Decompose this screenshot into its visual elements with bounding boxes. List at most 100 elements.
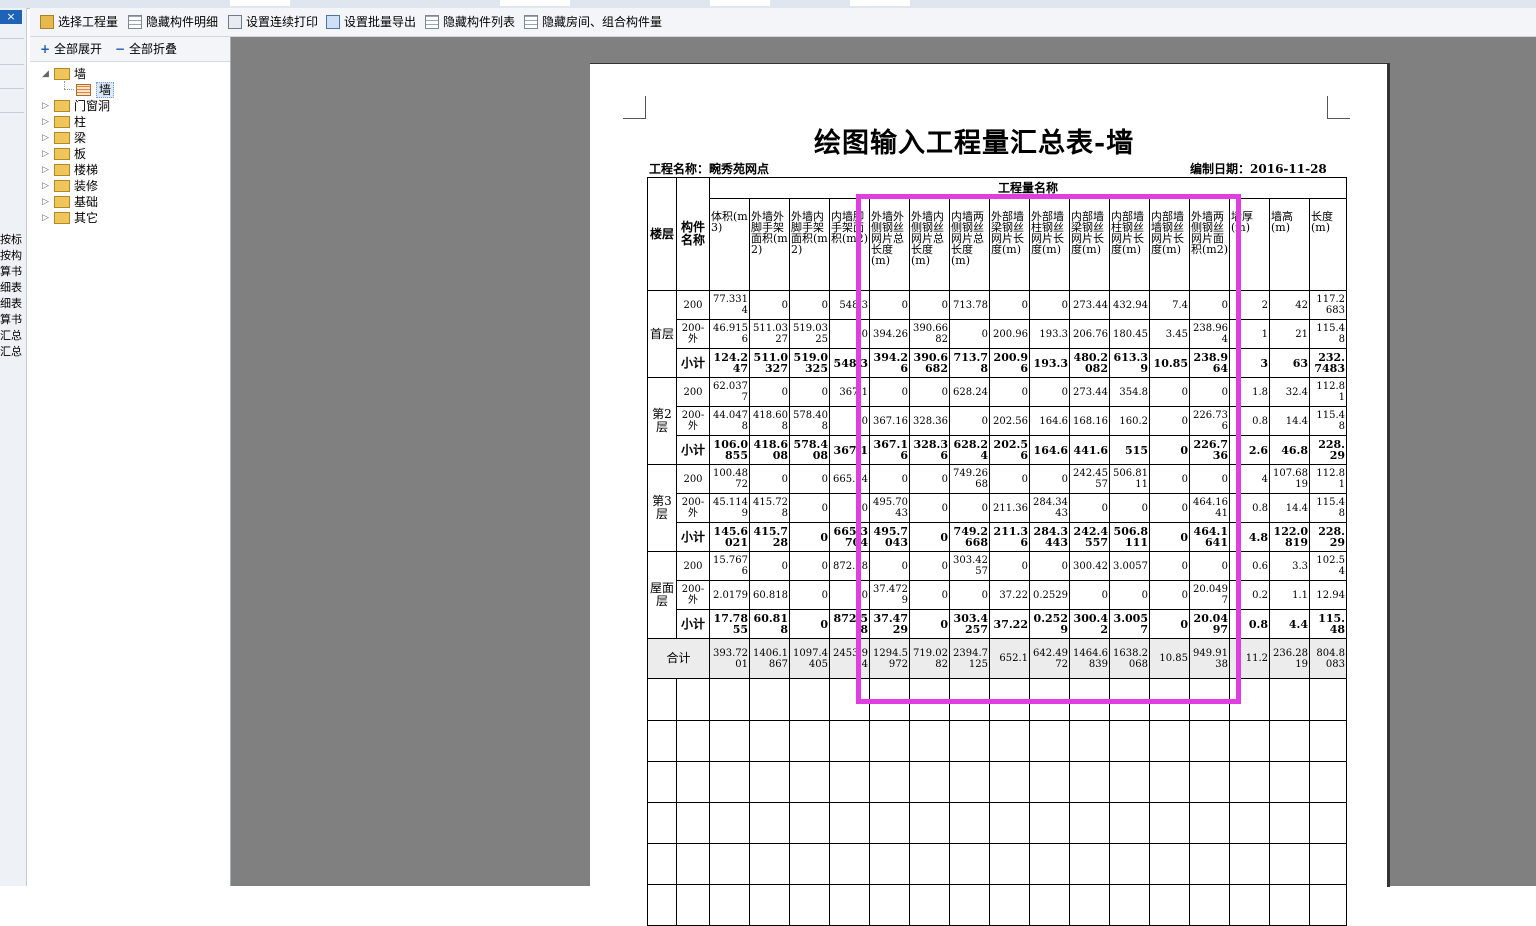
expand-arrow-icon[interactable]: ▷	[42, 98, 52, 114]
empty-cell	[949, 720, 990, 762]
value-cell: 12.94	[1309, 580, 1347, 610]
tree-node-wall[interactable]: ◢ 墙	[42, 66, 86, 82]
component-tree-panel: + 全部展开 − 全部折叠 ◢ 墙 墙 ▷ 门窗洞 ▷ 柱 ▷ 梁 ▷ 板 ▷ …	[30, 37, 231, 886]
expand-arrow-icon[interactable]: ▷	[42, 130, 52, 146]
value-cell: 511.0327	[749, 348, 790, 378]
set-continuous-print-button[interactable]: 设置连续打印	[228, 12, 318, 32]
value-cell: 0	[789, 609, 830, 639]
empty-cell	[1029, 884, 1070, 926]
print-icon	[228, 15, 242, 29]
value-cell: 0	[789, 290, 830, 320]
side-label[interactable]: 细表	[0, 280, 26, 296]
side-label[interactable]: 算书	[0, 264, 26, 280]
expand-arrow-icon[interactable]: ▷	[42, 114, 52, 130]
empty-cell	[1029, 843, 1070, 885]
expand-arrow-icon[interactable]: ▷	[42, 210, 52, 226]
side-label[interactable]: 按构	[0, 248, 26, 264]
component-cell: 小计	[676, 609, 710, 639]
tree-leaf-wall[interactable]: 墙	[74, 82, 115, 98]
side-label[interactable]: 汇总	[0, 344, 26, 360]
value-cell: 415.728	[749, 522, 790, 552]
side-label[interactable]: 按标	[0, 232, 26, 248]
floor-cell: 首层	[647, 290, 677, 378]
close-icon[interactable]: ×	[0, 10, 22, 24]
empty-cell	[1149, 720, 1190, 762]
value-cell: 60.818	[749, 580, 790, 610]
tree-node-columns[interactable]: ▷ 柱	[42, 114, 86, 130]
highlight-box	[856, 194, 1241, 704]
value-cell: 112.81	[1309, 377, 1347, 407]
collapse-all-button[interactable]: − 全部折叠	[113, 40, 177, 58]
folder-icon	[54, 132, 70, 144]
expand-arrow-icon[interactable]: ▷	[42, 162, 52, 178]
value-cell: 62.0377	[709, 377, 750, 407]
tree-node-doors-windows[interactable]: ▷ 门窗洞	[42, 98, 110, 114]
empty-cell	[1269, 884, 1310, 926]
component-cell: 200	[676, 290, 710, 320]
expand-arrow-icon[interactable]: ▷	[42, 146, 52, 162]
tab-segment[interactable]	[500, 0, 570, 6]
empty-cell	[1229, 761, 1270, 803]
empty-cell	[1109, 720, 1150, 762]
value-cell: 115.48	[1309, 609, 1347, 639]
folder-icon	[54, 212, 70, 224]
empty-cell	[989, 884, 1030, 926]
tree-node-slabs[interactable]: ▷ 板	[42, 146, 86, 162]
empty-cell	[869, 761, 910, 803]
total-value-cell: 393.7201	[709, 638, 750, 679]
select-quantity-button[interactable]: 选择工程量	[40, 12, 118, 32]
value-cell: 112.81	[1309, 464, 1347, 494]
value-cell: 117.2683	[1309, 290, 1347, 320]
side-label[interactable]: 算书	[0, 312, 26, 328]
tree-node-other[interactable]: ▷ 其它	[42, 210, 98, 226]
value-cell: 63	[1269, 348, 1310, 378]
expand-arrow-icon[interactable]: ▷	[42, 194, 52, 210]
component-cell: 200-外	[676, 406, 710, 436]
expand-arrow-icon[interactable]: ▷	[42, 178, 52, 194]
empty-cell	[1309, 843, 1347, 885]
empty-cell	[789, 843, 830, 885]
tree-node-beams[interactable]: ▷ 梁	[42, 130, 86, 146]
set-batch-export-button[interactable]: 设置批量导出	[326, 12, 416, 32]
floor-header: 楼层	[647, 177, 677, 291]
value-cell: 0	[749, 464, 790, 494]
hide-component-list-button[interactable]: 隐藏构件列表	[425, 12, 515, 32]
expand-all-button[interactable]: + 全部展开	[38, 40, 102, 58]
empty-cell	[647, 884, 677, 926]
component-cell: 小计	[676, 435, 710, 465]
empty-cell	[789, 884, 830, 926]
tree-node-label: 梁	[74, 131, 87, 145]
tree-node-stairs[interactable]: ▷ 楼梯	[42, 162, 98, 178]
tab-segment[interactable]	[850, 0, 910, 6]
empty-cell	[789, 720, 830, 762]
tab-segment[interactable]	[230, 0, 290, 6]
empty-cell	[829, 802, 870, 844]
empty-cell	[647, 802, 677, 844]
tree-node-decoration[interactable]: ▷ 装修	[42, 178, 98, 194]
total-value-cell: 1097.4405	[789, 638, 830, 679]
hide-component-detail-button[interactable]: 隐藏构件明细	[128, 12, 218, 32]
tree-leaf-label: 墙	[96, 82, 115, 98]
value-cell: 3.3	[1269, 551, 1310, 581]
tree-connector	[64, 81, 65, 89]
empty-row	[647, 761, 1347, 803]
empty-cell	[829, 884, 870, 926]
tab-segment[interactable]	[710, 0, 770, 6]
empty-cell	[709, 720, 750, 762]
grid-icon	[524, 15, 538, 29]
folder-icon	[54, 116, 70, 128]
hide-room-combo-button[interactable]: 隐藏房间、组合构件量	[524, 12, 662, 32]
button-label: 隐藏构件列表	[443, 15, 516, 29]
side-label[interactable]: 汇总	[0, 328, 26, 344]
empty-cell	[909, 843, 950, 885]
report-title-text: 绘图输入工程量汇总表-墙	[814, 128, 1135, 159]
tree-node-foundation[interactable]: ▷ 基础	[42, 194, 98, 210]
empty-cell	[1069, 884, 1110, 926]
side-label[interactable]: 细表	[0, 296, 26, 312]
component-cell: 200	[676, 551, 710, 581]
grid-icon	[128, 15, 142, 29]
value-cell: 115.48	[1309, 406, 1347, 436]
collapse-arrow-icon[interactable]: ◢	[42, 66, 52, 82]
empty-cell	[709, 802, 750, 844]
value-cell: 4.4	[1269, 609, 1310, 639]
